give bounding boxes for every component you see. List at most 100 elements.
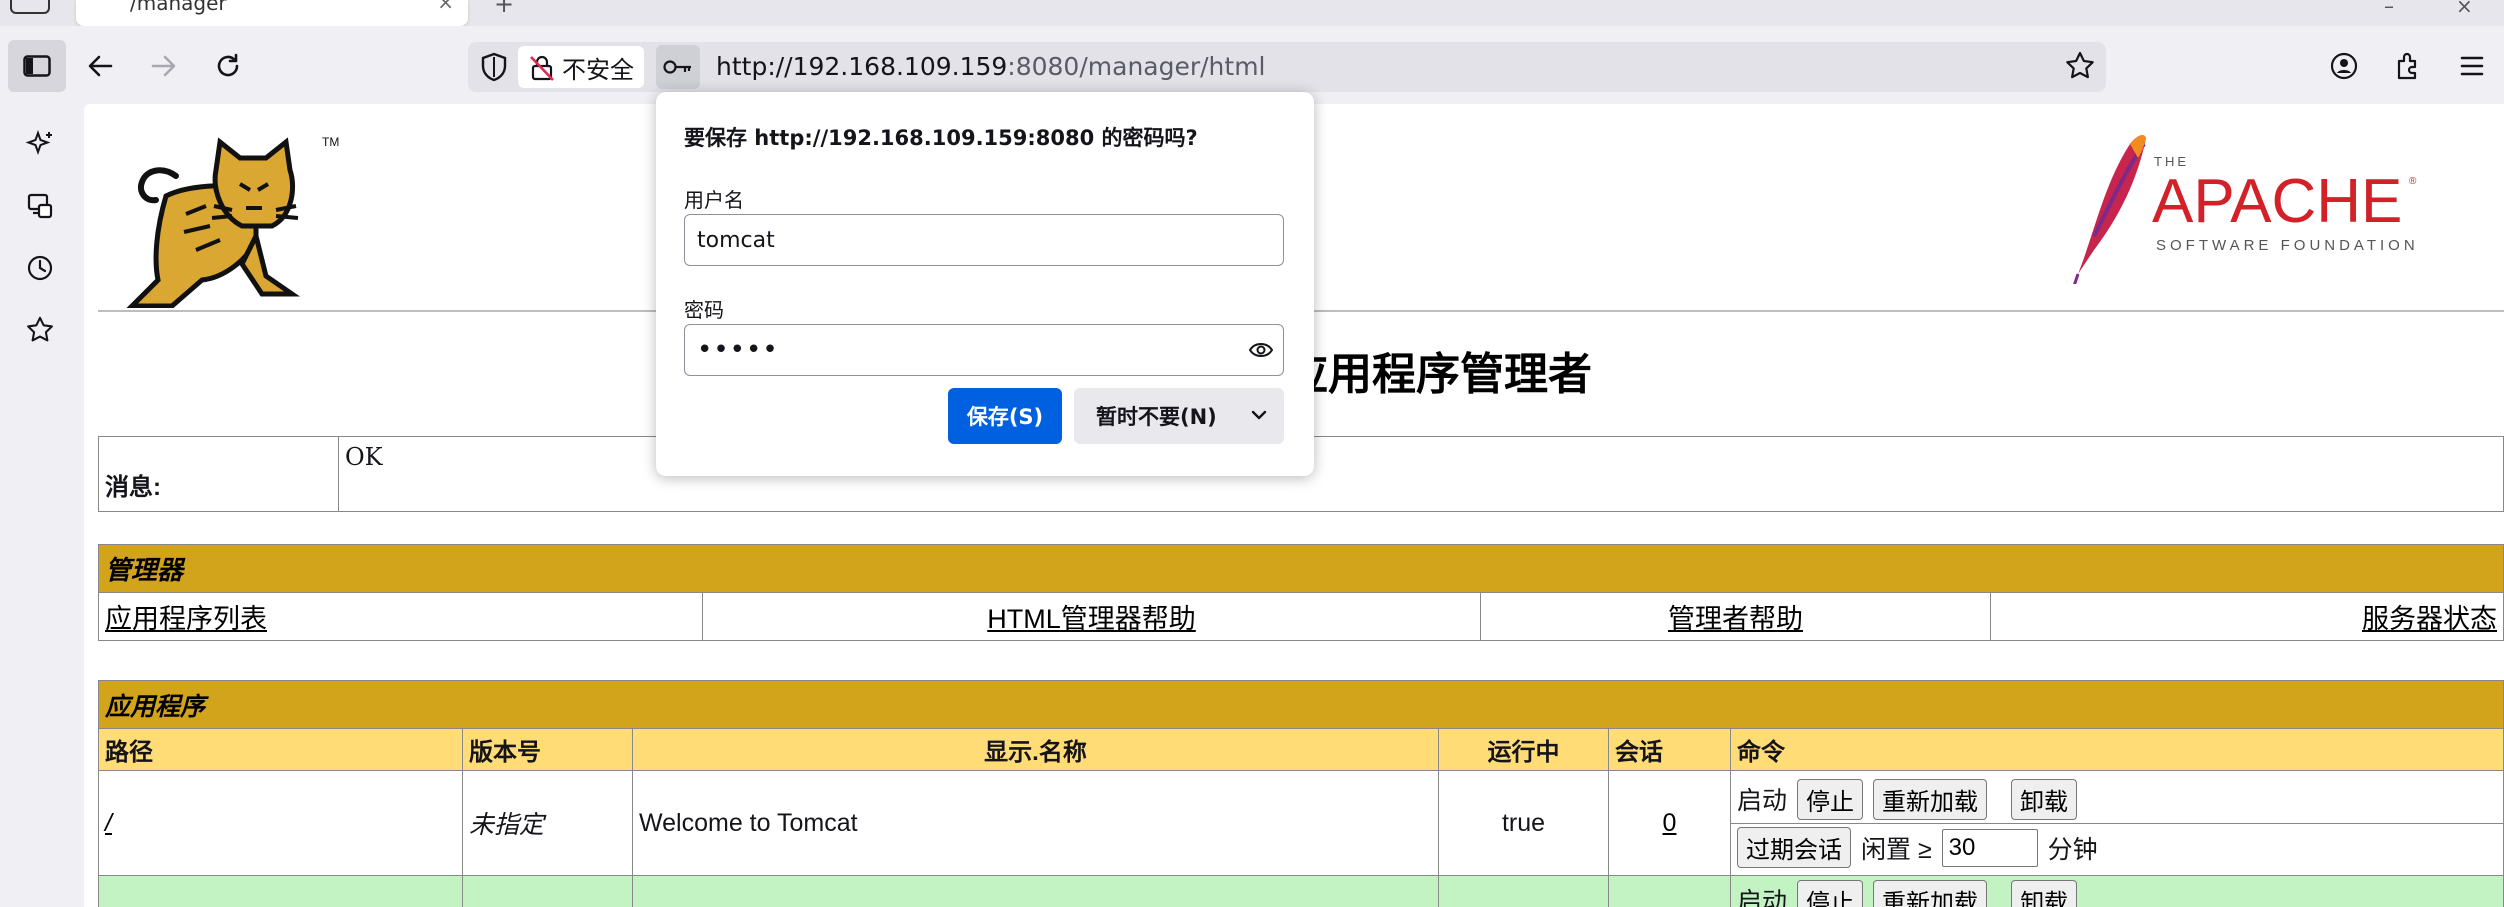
bookmarks-star-icon[interactable] bbox=[22, 312, 58, 348]
insecure-label: 不安全 bbox=[562, 55, 634, 84]
next-row-path bbox=[98, 875, 463, 907]
idle-minutes-input[interactable] bbox=[1941, 828, 2038, 867]
key-icon bbox=[663, 60, 691, 74]
column-header-sessions: 会话 bbox=[1608, 728, 1731, 771]
not-now-button[interactable]: 暂时不要(N) bbox=[1074, 388, 1284, 444]
tab-close-icon[interactable]: × bbox=[437, 0, 454, 14]
column-header-version: 版本号 bbox=[462, 728, 633, 771]
sidebar-icon bbox=[23, 55, 51, 77]
svg-text:TM: TM bbox=[322, 135, 339, 149]
reload-button[interactable] bbox=[204, 42, 252, 90]
forward-button[interactable] bbox=[140, 42, 188, 90]
app-sessions-link[interactable]: 0 bbox=[1663, 809, 1677, 837]
reload-icon bbox=[217, 53, 239, 77]
back-button[interactable] bbox=[76, 42, 124, 90]
app-path-link[interactable]: / bbox=[105, 809, 112, 837]
table-row: / 未指定 Welcome to Tomcat true 0 启动 停止 重新加… bbox=[98, 770, 2504, 876]
page-title: 应用程序管理者 bbox=[1284, 350, 1592, 399]
table-row: 启动 停止 重新加载 卸载 bbox=[98, 875, 2504, 907]
app-sessions-cell: 0 bbox=[1608, 770, 1731, 876]
apache-software-foundation-logo[interactable]: THE APACHE ® SOFTWARE FOUNDATION bbox=[2064, 124, 2444, 284]
chevron-down-icon[interactable] bbox=[1248, 404, 1270, 426]
manager-link-cell: 服务器状态 bbox=[1990, 592, 2504, 641]
url-host: http://192.168.109.159 bbox=[716, 52, 1008, 81]
server-status-link[interactable]: 服务器状态 bbox=[2362, 604, 2497, 634]
password-field[interactable]: ••••• bbox=[684, 324, 1284, 376]
show-password-eye-icon[interactable] bbox=[1249, 339, 1273, 361]
column-header-display-name: 显示.名称 bbox=[632, 728, 1439, 771]
manager-table: 管理器 应用程序列表 HTML管理器帮助 管理者帮助 服务器状态 bbox=[98, 544, 2504, 641]
forward-arrow-icon bbox=[151, 55, 176, 77]
manager-link-cell: HTML管理器帮助 bbox=[702, 592, 1481, 641]
expire-sessions-button[interactable]: 过期会话 bbox=[1737, 827, 1851, 868]
svg-text:SOFTWARE FOUNDATION: SOFTWARE FOUNDATION bbox=[2156, 237, 2419, 254]
save-password-button[interactable]: 保存(S) bbox=[948, 388, 1062, 444]
close-window-icon[interactable]: × bbox=[2456, 0, 2473, 18]
new-tab-icon[interactable]: + bbox=[494, 0, 514, 18]
url-path: :8080/manager/html bbox=[1007, 52, 1266, 81]
not-now-label: 暂时不要(N) bbox=[1096, 405, 1217, 429]
minutes-label: 分钟 bbox=[2047, 835, 2098, 864]
next-row-display-name bbox=[632, 875, 1439, 907]
active-tab[interactable]: /manager × bbox=[76, 0, 468, 26]
browser-sidebar bbox=[0, 112, 80, 907]
url-text[interactable]: http://192.168.109.159:8080/manager/html bbox=[716, 52, 1266, 81]
command-line-lifecycle: 启动 停止 重新加载 卸载 bbox=[1737, 775, 2497, 823]
app-commands: 启动 停止 重新加载 卸载 过期会话 闲置 ≥ 分钟 bbox=[1730, 770, 2504, 876]
command-line-sessions: 过期会话 闲置 ≥ 分钟 bbox=[1731, 823, 2503, 871]
hamburger-menu-icon bbox=[2460, 56, 2484, 76]
reload-app-button[interactable]: 重新加载 bbox=[1873, 778, 1988, 820]
undeploy-button[interactable]: 卸载 bbox=[2011, 778, 2078, 820]
stop-button[interactable]: 停止 bbox=[1797, 879, 1864, 907]
extensions-button[interactable] bbox=[2384, 42, 2432, 90]
insecure-lock-icon bbox=[530, 55, 554, 81]
column-header-path: 路径 bbox=[98, 728, 463, 771]
command-line-lifecycle: 启动 停止 重新加载 卸载 bbox=[1737, 879, 2497, 907]
app-display-name: Welcome to Tomcat bbox=[632, 770, 1439, 876]
insecure-indicator[interactable]: 不安全 bbox=[518, 46, 644, 88]
start-label: 启动 bbox=[1737, 787, 1788, 815]
next-row-sessions bbox=[1608, 875, 1731, 907]
stop-button[interactable]: 停止 bbox=[1797, 778, 1864, 820]
puzzle-extension-icon bbox=[2397, 52, 2417, 80]
manager-help-link[interactable]: 管理者帮助 bbox=[1668, 604, 1803, 634]
menu-button[interactable] bbox=[2448, 42, 2496, 90]
tab-list-icon[interactable] bbox=[10, 0, 50, 14]
app-running: true bbox=[1438, 770, 1609, 876]
next-row-commands: 启动 停止 重新加载 卸载 bbox=[1730, 875, 2504, 907]
sidebar-toggle-button[interactable] bbox=[8, 40, 66, 92]
html-manager-help-link[interactable]: HTML管理器帮助 bbox=[987, 604, 1196, 634]
undeploy-button[interactable]: 卸载 bbox=[2011, 879, 2078, 907]
manager-link-cell: 应用程序列表 bbox=[98, 592, 703, 641]
svg-text:APACHE: APACHE bbox=[2152, 167, 2402, 236]
tracking-protection-shield-icon[interactable] bbox=[478, 51, 510, 83]
account-button[interactable] bbox=[2320, 42, 2368, 90]
svg-text:®: ® bbox=[2409, 176, 2417, 187]
url-bar[interactable]: 不安全 http://192.168.109.159:8080/manager/… bbox=[468, 42, 2106, 92]
manager-section-header: 管理器 bbox=[98, 544, 2504, 593]
save-password-popup: 要保存 http://192.168.109.159:8080 的密码吗? 用户… bbox=[656, 92, 1314, 476]
password-label: 密码 bbox=[684, 298, 724, 322]
history-clock-icon[interactable] bbox=[22, 250, 58, 286]
applications-section-header: 应用程序 bbox=[98, 680, 2504, 729]
tomcat-logo[interactable]: TM bbox=[106, 124, 356, 308]
app-path-cell: / bbox=[98, 770, 463, 876]
username-field[interactable]: tomcat bbox=[684, 214, 1284, 266]
account-icon bbox=[2330, 52, 2358, 80]
start-label: 启动 bbox=[1737, 888, 1788, 907]
bookmark-star-icon[interactable] bbox=[2064, 50, 2096, 82]
username-label: 用户名 bbox=[684, 188, 744, 212]
reload-app-button[interactable]: 重新加载 bbox=[1873, 879, 1988, 907]
app-version: 未指定 bbox=[462, 770, 633, 876]
list-applications-link[interactable]: 应用程序列表 bbox=[105, 604, 267, 634]
column-header-running: 运行中 bbox=[1438, 728, 1609, 771]
minimize-icon[interactable]: – bbox=[2384, 0, 2394, 18]
next-row-running bbox=[1438, 875, 1609, 907]
synced-tabs-icon[interactable] bbox=[22, 188, 58, 224]
ai-chatbot-sparkle-icon[interactable] bbox=[22, 126, 58, 162]
idle-label: 闲置 ≥ bbox=[1861, 835, 1932, 864]
next-row-version bbox=[462, 875, 633, 907]
applications-table: 应用程序 路径 版本号 显示.名称 运行中 会话 命令 / 未指定 Welcom… bbox=[98, 680, 2504, 907]
password-key-button[interactable] bbox=[656, 45, 700, 89]
column-header-commands: 命令 bbox=[1730, 728, 2504, 771]
